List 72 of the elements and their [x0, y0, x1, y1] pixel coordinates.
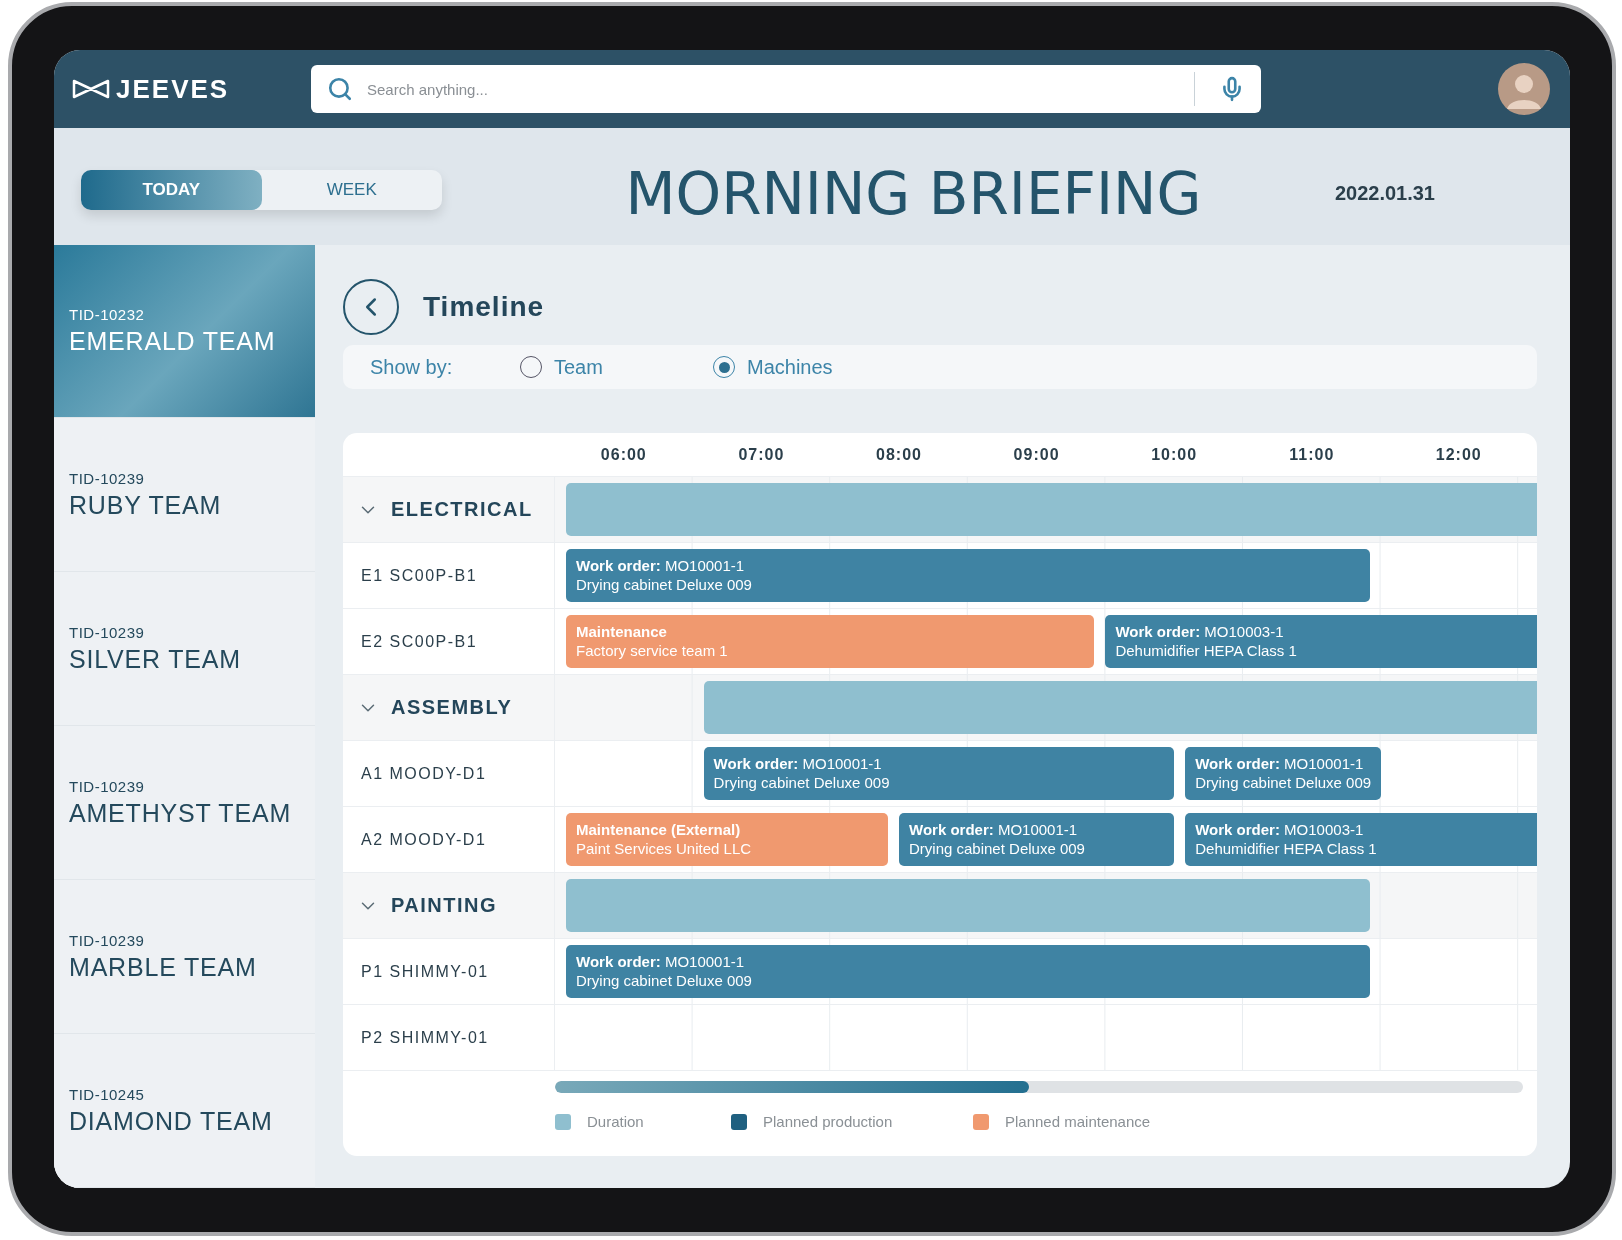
bar-detail: Paint Services United LLC — [576, 840, 753, 857]
section-title: Timeline — [423, 291, 545, 323]
work-order-bar[interactable]: Work order: MO10001-1 Drying cabinet Deluxe 009 — [566, 549, 1370, 602]
bar-detail: Dehumidifier HEPA Class 1 — [1115, 642, 1298, 659]
date-text: 2022.01.31 — [1334, 182, 1435, 205]
show-by-label: Show by: — [370, 355, 454, 379]
maintenance-bar[interactable]: Maintenance Factory service team 1 — [566, 615, 1095, 668]
bar-title: Work order: MO10001-1 — [909, 821, 1079, 838]
bar-detail: Drying cabinet Deluxe 009 — [576, 576, 753, 593]
bar-title: Work order: MO10001-1 — [576, 557, 746, 574]
work-order-bar[interactable]: Work order: MO10003-1 Dehumidifier HEPA Class 1 — [1185, 813, 1537, 866]
team-name: RUBY TEAM — [69, 490, 223, 520]
bar-title: Work order: MO10003-1 — [1115, 623, 1285, 640]
bar-title: Work order: MO10003-1 — [1195, 821, 1365, 838]
hour-label: 09:00 — [1012, 445, 1061, 464]
hour-label: 12:00 — [1434, 445, 1483, 464]
avatar[interactable] — [1498, 63, 1550, 115]
bar-title: Work order: MO10001-1 — [713, 755, 883, 772]
legend-label: Planned maintenance — [1005, 1113, 1151, 1130]
search-icon — [327, 76, 353, 102]
machine-label: P1 SHIMMY-01 — [360, 962, 489, 981]
bar-detail: Drying cabinet Deluxe 009 — [713, 774, 891, 791]
bow-tie-icon — [72, 79, 110, 99]
machine-label: E2 SC00P-B1 — [360, 632, 478, 651]
team-id: TID-10239 — [69, 777, 146, 795]
legend-label: Planned production — [763, 1113, 893, 1130]
team-name: AMETHYST TEAM — [69, 798, 292, 828]
back-button[interactable] — [343, 279, 399, 335]
team-id: TID-10239 — [69, 931, 146, 949]
bar-title: Work order: MO10001-1 — [1195, 755, 1365, 772]
scrollbar[interactable] — [555, 1081, 1523, 1093]
work-order-bar[interactable]: Work order: MO10001-1 Drying cabinet Deluxe 009 — [899, 813, 1175, 866]
bar-title: Maintenance (External) — [576, 821, 742, 838]
team-id: TID-10245 — [69, 1085, 146, 1103]
team-name: DIAMOND TEAM — [69, 1106, 274, 1136]
maintenance-bar[interactable]: Maintenance (External) Paint Services United LLC — [566, 813, 888, 866]
work-order-bar[interactable]: Work order: MO10001-1 Drying cabinet Deluxe 009 — [703, 747, 1175, 800]
hour-label: 08:00 — [875, 445, 923, 464]
bar-detail: Factory service team 1 — [576, 642, 729, 659]
team-id: TID-10239 — [69, 623, 146, 641]
bar-title: Maintenance — [576, 623, 668, 640]
hour-label: 07:00 — [737, 445, 786, 464]
team-id: TID-10232 — [69, 306, 146, 323]
bar-title: Work order: MO10001-1 — [576, 953, 746, 970]
search-bar[interactable]: Search anything... — [311, 65, 1261, 113]
view-tab[interactable]: WEEK — [261, 169, 442, 210]
bar-detail: Drying cabinet Deluxe 009 — [1195, 774, 1371, 791]
logo-text: JEEVES — [116, 73, 230, 105]
machine-label: A2 MOODY-D1 — [360, 830, 487, 849]
search-field[interactable]: Search anything... — [365, 79, 1170, 99]
team-item[interactable]: TID-10232 EMERALD TEAM — [54, 245, 315, 418]
team-name: SILVER TEAM — [69, 644, 242, 674]
team-name: MARBLE TEAM — [69, 952, 258, 982]
work-order-bar[interactable]: Work order: MO10003-1 Dehumidifier HEPA Class 1 — [1105, 615, 1537, 668]
machine-label: P2 SHIMMY-01 — [360, 1028, 489, 1047]
legend-label: Duration — [587, 1113, 644, 1130]
bar-detail: Drying cabinet Deluxe 009 — [909, 840, 1086, 857]
work-order-bar[interactable]: Work order: MO10001-1 Drying cabinet Deluxe 009 — [566, 945, 1370, 998]
team-id: TID-10239 — [69, 469, 146, 487]
bar-detail: Drying cabinet Deluxe 009 — [576, 972, 753, 989]
radio-label[interactable]: Machines — [747, 355, 833, 379]
view-tab[interactable]: TODAY — [81, 169, 262, 210]
radio-label[interactable]: Team — [554, 355, 603, 379]
machine-label: A1 MOODY-D1 — [360, 764, 487, 783]
page-title: MORNING BRIEFING — [624, 159, 1203, 228]
team-name: EMERALD TEAM — [69, 327, 277, 356]
bar-detail: Dehumidifier HEPA Class 1 — [1195, 840, 1378, 857]
machine-label: E1 SC00P-B1 — [360, 566, 478, 585]
hour-label: 10:00 — [1150, 445, 1199, 464]
work-order-bar[interactable]: Work order: MO10001-1 Drying cabinet Deluxe 009 — [1185, 747, 1381, 800]
hour-label: 06:00 — [599, 445, 648, 464]
hour-label: 11:00 — [1288, 445, 1336, 464]
